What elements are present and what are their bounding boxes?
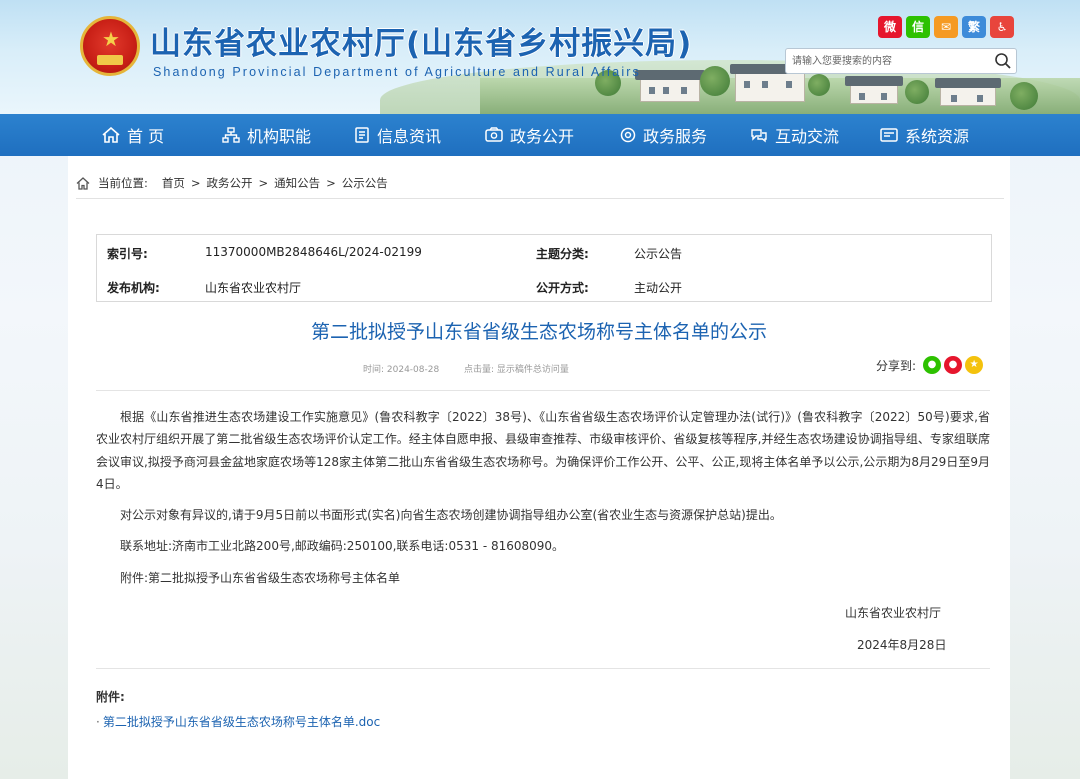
publish-mode-label: 公开方式: <box>536 281 589 295</box>
bullet: · <box>96 715 100 729</box>
nav-label: 政务公开 <box>510 127 575 146</box>
accessibility-icon[interactable]: ♿ <box>990 16 1014 38</box>
share-label: 分享到: <box>876 358 917 373</box>
breadcrumb-item-disclosure[interactable]: 政务公开 <box>207 175 253 191</box>
nav-item-disclosure[interactable]: 政务公开 <box>485 114 574 156</box>
article-paragraph: 根据《山东省推进生态农场建设工作实施意见》(鲁农科教字〔2022〕38号)、《山… <box>96 410 990 491</box>
breadcrumb-prefix: 当前位置: <box>98 176 148 190</box>
index-value: 11370000MB2848646L/2024-02199 <box>205 245 422 259</box>
divider <box>96 390 990 391</box>
issuer-value: 山东省农业农村厅 <box>205 281 302 295</box>
article-paragraph: 对公示对象有异议的,请于9月5日前以书面形式(实名)向省生态农场创建协调指导组办… <box>120 508 782 523</box>
site-header: ★ 山东省农业农村厅(山东省乡村振兴局) Shandong Provincial… <box>0 0 1080 114</box>
main-nav: 首 页 机构职能 信息资讯 政务公开 政务服务 互动交流 系统资源 <box>0 114 1080 156</box>
nav-item-interaction[interactable]: 互动交流 <box>750 114 839 156</box>
attachment-link[interactable]: · 第二批拟授予山东省省级生态农场称号主体名单.doc <box>96 713 380 730</box>
divider <box>76 198 1004 199</box>
org-structure-icon <box>222 127 240 143</box>
nav-item-service[interactable]: 政务服务 <box>620 114 707 156</box>
house-illustration <box>730 64 810 102</box>
disclosure-icon <box>485 127 503 142</box>
home-icon <box>102 127 120 143</box>
issuer-label: 发布机构: <box>107 281 160 295</box>
search-input[interactable] <box>786 49 986 74</box>
attachments-heading: 附件: <box>96 690 125 704</box>
index-label: 索引号: <box>107 247 148 261</box>
breadcrumb-item-notices[interactable]: 通知公告 <box>274 175 320 191</box>
breadcrumb-separator: > <box>190 176 201 190</box>
tree-illustration <box>808 74 830 96</box>
nav-label: 信息资讯 <box>377 127 442 146</box>
signature-date: 2024年8月28日 <box>857 638 947 652</box>
weibo-icon[interactable]: 微 <box>878 16 902 38</box>
nav-item-home[interactable]: 首 页 <box>102 114 164 156</box>
traditional-chinese-icon[interactable]: 繁 <box>962 16 986 38</box>
document-meta-table: 索引号: 11370000MB2848646L/2024-02199 主题分类:… <box>96 234 992 302</box>
signature-issuer: 山东省农业农村厅 <box>845 606 942 620</box>
content-panel: 当前位置: 首页 > 政务公开 > 通知公告 > 公示公告 索引号: 11370… <box>68 156 1010 779</box>
nav-label: 政务服务 <box>643 127 708 146</box>
nav-label: 互动交流 <box>775 127 840 146</box>
meta-row: 索引号: 11370000MB2848646L/2024-02199 主题分类:… <box>97 235 991 269</box>
breadcrumb-separator: > <box>258 176 269 190</box>
tree-illustration <box>905 80 929 104</box>
breadcrumb-item-announcements[interactable]: 公示公告 <box>342 175 388 191</box>
resources-icon <box>880 128 898 142</box>
nav-label: 系统资源 <box>905 127 970 146</box>
article-title: 第二批拟授予山东省省级生态农场称号主体名单的公示 <box>310 321 767 343</box>
qzone-share-icon[interactable]: ★ <box>965 356 984 374</box>
nav-item-resources[interactable]: 系统资源 <box>880 114 969 156</box>
nav-label: 机构职能 <box>247 127 312 146</box>
house-illustration <box>635 70 705 102</box>
wechat-icon[interactable]: 信 <box>906 16 930 38</box>
home-icon <box>76 176 90 190</box>
nav-label: 首 页 <box>127 127 165 146</box>
article-paragraph: 附件:第二批拟授予山东省省级生态农场称号主体名单 <box>120 570 401 585</box>
meta-row: 发布机构: 山东省农业农村厅 公开方式: 主动公开 <box>97 269 991 303</box>
nav-item-news[interactable]: 信息资讯 <box>354 114 441 156</box>
wechat-share-icon[interactable]: ● <box>923 356 942 374</box>
nav-item-organization[interactable]: 机构职能 <box>222 114 311 156</box>
interaction-icon <box>751 129 767 143</box>
hit-count: 点击量: 显示稿件总访问量 <box>464 365 569 375</box>
house-illustration <box>845 76 903 104</box>
national-emblem-logo[interactable]: ★ <box>80 16 140 76</box>
search-box <box>785 48 1017 74</box>
article-body: 根据《山东省推进生态农场建设工作实施意见》(鲁农科教字〔2022〕38号)、《山… <box>96 406 990 589</box>
topic-label: 主题分类: <box>536 247 589 261</box>
news-icon <box>355 127 369 143</box>
social-links: 微 信 ✉ 繁 ♿ <box>878 16 1014 38</box>
divider <box>96 668 990 669</box>
house-illustration <box>935 78 1001 106</box>
service-icon <box>620 127 636 143</box>
publish-time: 时间: 2024-08-28 <box>363 365 440 375</box>
publish-mode-value: 主动公开 <box>634 281 683 295</box>
site-title[interactable]: 山东省农业农村厅(山东省乡村振兴局) <box>150 18 692 63</box>
weibo-share-icon[interactable]: ● <box>944 356 963 374</box>
topic-value: 公示公告 <box>634 247 683 261</box>
search-icon[interactable] <box>994 52 1012 70</box>
breadcrumb-separator: > <box>326 176 336 190</box>
attachment-filename[interactable]: 第二批拟授予山东省省级生态农场称号主体名单.doc <box>103 715 380 729</box>
article-paragraph: 联系地址:济南市工业北路200号,邮政编码:250100,联系电话:0531 -… <box>120 539 565 554</box>
breadcrumb-item-home[interactable]: 首页 <box>162 175 185 191</box>
mail-icon[interactable]: ✉ <box>934 16 958 38</box>
share-bar: 分享到: ● ● ★ <box>876 356 984 374</box>
tree-illustration <box>1010 82 1038 110</box>
breadcrumb: 当前位置: 首页 > 政务公开 > 通知公告 > 公示公告 <box>76 175 388 191</box>
tree-illustration <box>700 66 730 96</box>
site-subtitle: Shandong Provincial Department of Agricu… <box>153 65 641 79</box>
